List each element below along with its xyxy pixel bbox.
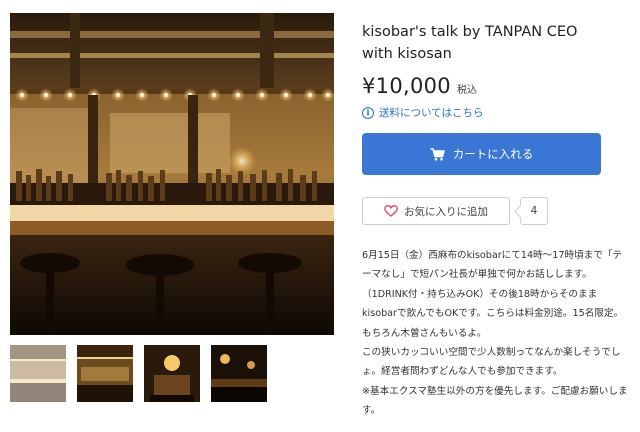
product-description: 6月15日（金）西麻布のkisobarにて14時〜17時頃まで「テーマなし」で短… xyxy=(362,246,630,421)
shopping-cart-icon xyxy=(430,147,445,161)
add-to-favorites-label: お気に入りに追加 xyxy=(404,205,488,218)
tax-included-label: 税込 xyxy=(456,85,477,96)
description-paragraph-3: ※基本エクスマ塾生以外の方を優先します。ご配慮お願いします。 xyxy=(362,385,628,417)
thumbnail-4[interactable] xyxy=(211,345,267,402)
price-row: ¥10,000 税込 xyxy=(362,74,477,98)
thumbnail-2[interactable] xyxy=(77,345,133,402)
thumbnail-1[interactable] xyxy=(10,345,66,402)
heart-outline-icon xyxy=(384,205,398,217)
bar-interior-photo xyxy=(10,13,334,335)
thumbnail-3-image xyxy=(144,345,200,402)
thumbnail-strip xyxy=(10,345,267,402)
info-circle-icon: i xyxy=(362,106,374,119)
add-to-cart-label: カートに入れる xyxy=(452,147,534,161)
product-main-image[interactable] xyxy=(10,13,334,335)
thumbnail-2-image xyxy=(77,345,133,402)
thumbnail-4-image xyxy=(211,345,267,402)
add-to-favorites-button[interactable]: お気に入りに追加 xyxy=(362,197,510,225)
description-paragraph-2: この狭いカッコいい空間で少人数制ってなんか楽しそうでしょ。経営者問わずどんな人で… xyxy=(362,347,621,378)
favorite-count-badge: 4 xyxy=(520,197,548,225)
thumbnail-1-image xyxy=(10,345,66,402)
description-paragraph-1: 6月15日（金）西麻布のkisobarにて14時〜17時頃まで「テーマなし」で短… xyxy=(362,250,624,339)
shipping-info-link[interactable]: i 送料についてはこちら xyxy=(362,105,483,120)
product-title: kisobar's talk by TANPAN CEO with kisosa… xyxy=(362,24,578,62)
thumbnail-3[interactable] xyxy=(144,345,200,402)
add-to-cart-button[interactable]: カートに入れる xyxy=(362,133,601,175)
product-price: ¥10,000 xyxy=(362,74,451,98)
shipping-info-text: 送料についてはこちら xyxy=(379,107,484,119)
